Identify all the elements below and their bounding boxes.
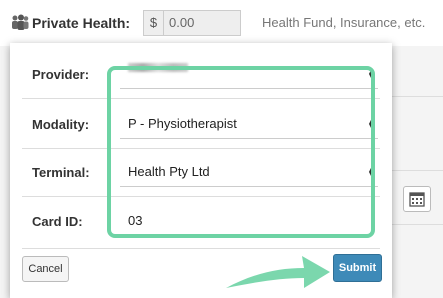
terminal-label: Terminal: xyxy=(32,165,90,180)
fields-highlight xyxy=(107,66,375,238)
background-strip xyxy=(0,46,10,298)
section-title: Private Health: xyxy=(32,15,131,31)
background-panel xyxy=(392,46,443,298)
submit-button[interactable]: Submit xyxy=(333,254,382,282)
hint-text: Health Fund, Insurance, etc. xyxy=(262,15,426,30)
pointer-arrow-icon xyxy=(226,256,330,288)
private-health-row: Private Health: $ 0.00 Health Fund, Insu… xyxy=(0,0,443,46)
calendar-button[interactable] xyxy=(403,186,431,212)
divider xyxy=(392,96,443,97)
currency-addon: $ xyxy=(143,10,163,36)
people-icon xyxy=(12,14,29,30)
modality-label: Modality: xyxy=(32,117,90,132)
calendar-icon xyxy=(409,192,425,207)
divider xyxy=(392,224,443,225)
cancel-button[interactable]: Cancel xyxy=(22,256,69,282)
amount-input[interactable]: 0.00 xyxy=(163,10,241,36)
divider xyxy=(392,170,443,171)
card-id-label: Card ID: xyxy=(32,214,83,229)
provider-label: Provider: xyxy=(32,67,90,82)
